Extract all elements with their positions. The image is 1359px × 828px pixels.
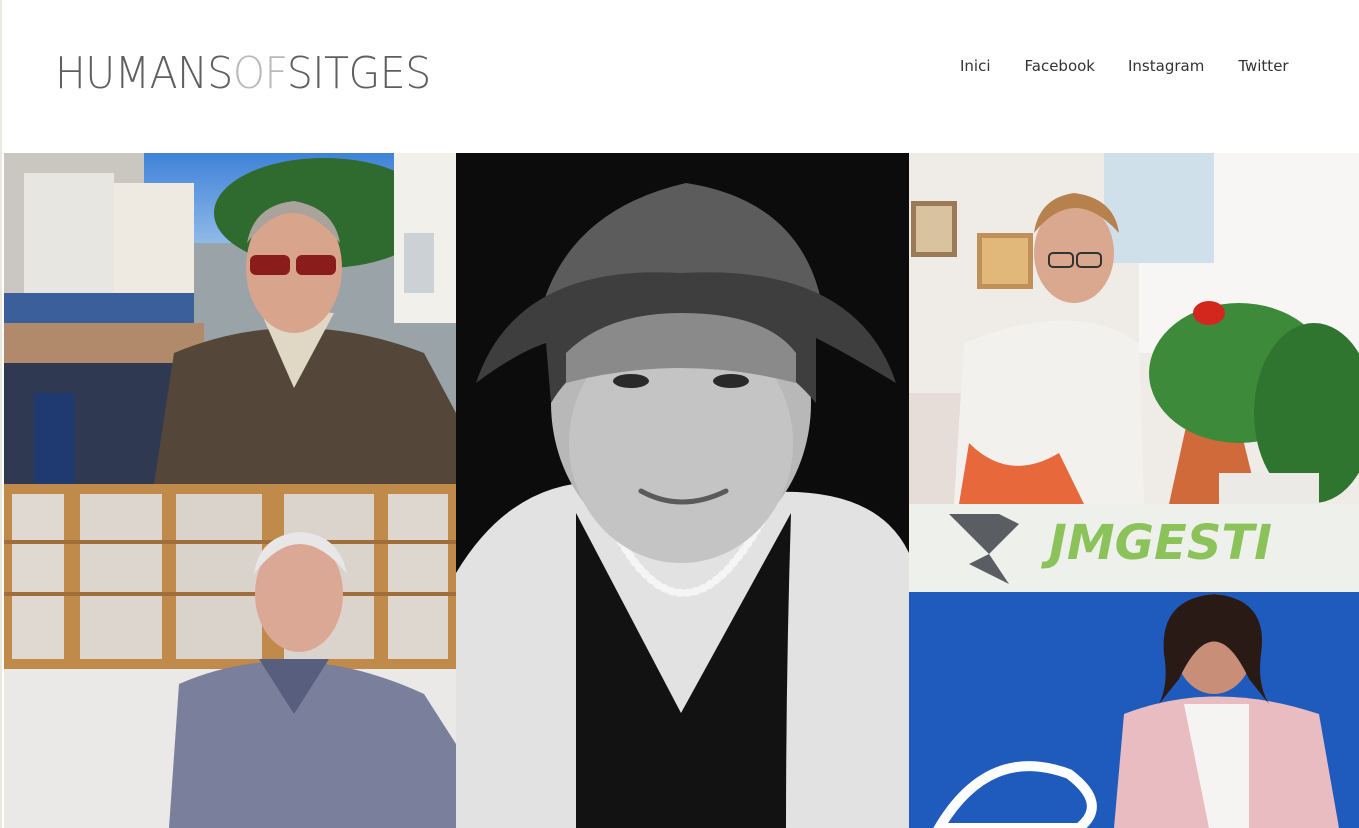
gallery-photo-2[interactable] (456, 153, 909, 828)
logo-text-humans: HUMANS (55, 48, 233, 99)
logo-text-sitges: SITGES (286, 48, 431, 99)
main-nav: Inici Facebook Instagram Twitter (960, 56, 1289, 76)
portrait-photo (909, 153, 1359, 504)
site-logo[interactable]: HUMANSOFSITGES (55, 46, 431, 102)
sign-text: JMGESTI (1041, 515, 1272, 571)
portrait-photo (456, 153, 909, 828)
logo-text-of: OF (232, 48, 288, 99)
site-header: HUMANSOFSITGES Inici Facebook Instagram … (2, 0, 1359, 153)
page: HUMANSOFSITGES Inici Facebook Instagram … (0, 0, 1359, 828)
nav-item-facebook[interactable]: Facebook (1025, 56, 1095, 76)
portrait-photo (4, 153, 456, 484)
nav-item-instagram[interactable]: Instagram (1128, 56, 1204, 76)
portrait-photo: JMGESTI (909, 504, 1359, 828)
nav-item-twitter[interactable]: Twitter (1238, 56, 1288, 76)
gallery-photo-3[interactable] (909, 153, 1359, 504)
gallery-photo-5[interactable]: JMGESTI (909, 504, 1359, 828)
gallery-photo-1[interactable] (4, 153, 456, 484)
portrait-photo (4, 484, 456, 828)
gallery-photo-4[interactable] (4, 484, 456, 828)
nav-item-inici[interactable]: Inici (960, 56, 991, 76)
